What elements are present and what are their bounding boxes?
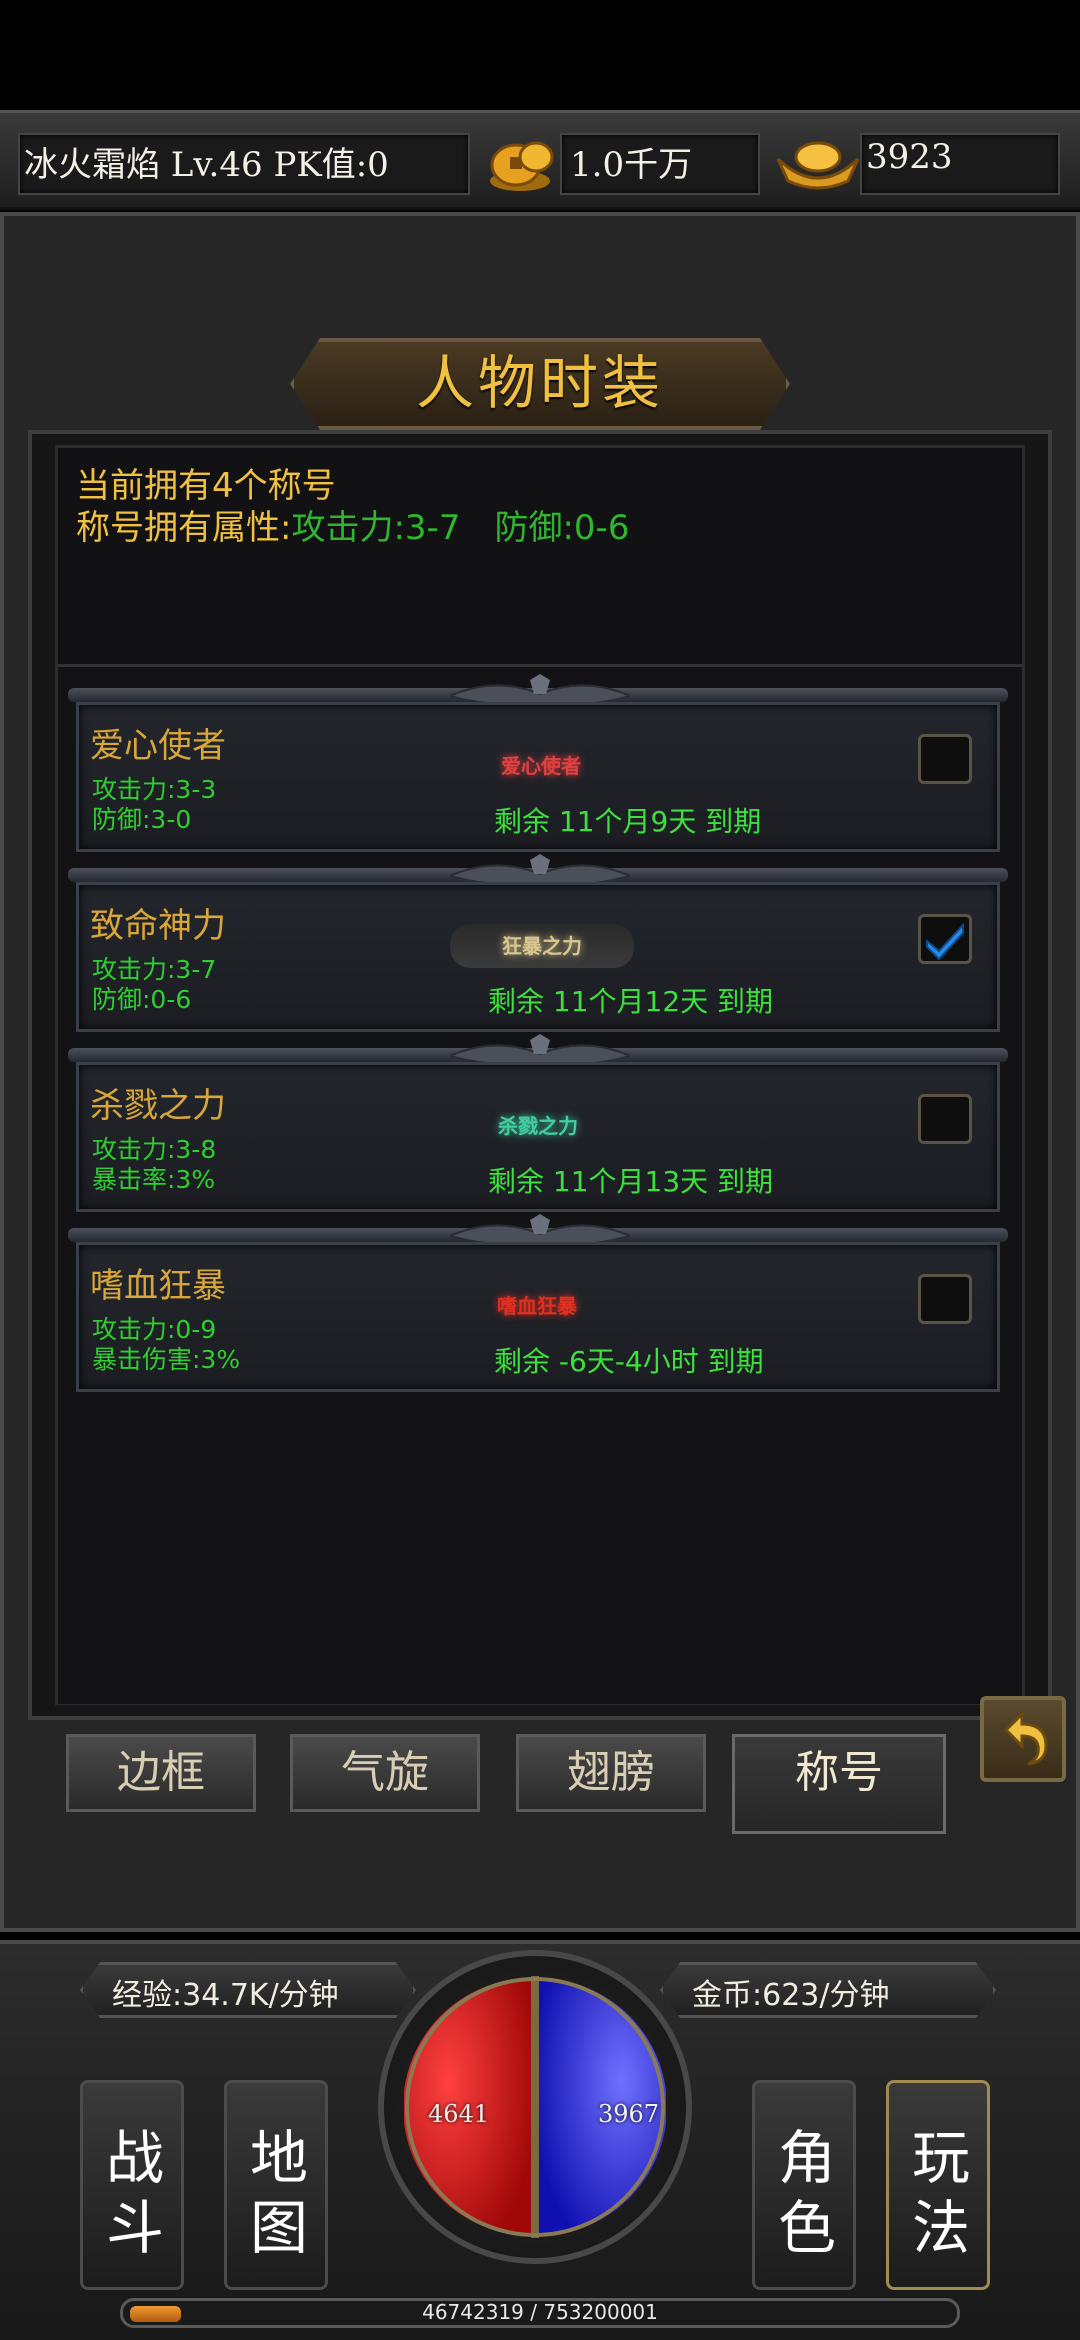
- attributes-line: 称号拥有属性:攻击力:3-7 防御:0-6: [76, 500, 629, 549]
- ingot-amount: 3923: [866, 137, 953, 177]
- title-equip-checkbox[interactable]: [918, 1094, 972, 1144]
- back-arrow-icon: [1003, 1710, 1048, 1766]
- exp-progress-text: 46742319 / 753200001: [422, 2300, 658, 2324]
- gameplay-label-1: 玩: [911, 2124, 970, 2192]
- exp-rate: 经验:34.7K/分钟: [112, 1978, 339, 2013]
- gold-rate: 金币:623/分钟: [692, 1978, 890, 2013]
- title-name: 爱心使者: [90, 726, 226, 766]
- panel-title: 人物时装: [415, 349, 664, 417]
- title-stat-2: 防御:3-0: [92, 805, 192, 834]
- title-equip-checkbox[interactable]: [918, 914, 972, 964]
- checkmark-icon: [926, 922, 964, 961]
- tab-wings[interactable]: 翅膀: [516, 1734, 706, 1812]
- back-button[interactable]: [980, 1696, 1066, 1782]
- title-expire: 剩余 11个月12天 到期: [488, 985, 774, 1018]
- title-badge: 狂暴之力: [450, 924, 634, 968]
- player-info: 冰火霜焰 Lv.46 PK值:0: [24, 145, 389, 185]
- gameplay-label-2: 法: [911, 2194, 970, 2262]
- title-equip-checkbox[interactable]: [918, 1274, 972, 1324]
- map-button[interactable]: 地 图: [224, 2080, 328, 2290]
- title-expire: 剩余 11个月13天 到期: [488, 1165, 774, 1198]
- hp-value: 4641: [428, 2100, 490, 2128]
- title-expire: 剩余 11个月9天 到期: [494, 805, 762, 838]
- battle-button[interactable]: 战 斗: [80, 2080, 184, 2290]
- title-name: 杀戮之力: [90, 1086, 226, 1126]
- title-equip-checkbox[interactable]: [918, 734, 972, 784]
- map-label-2: 图: [249, 2194, 308, 2262]
- title-stat-2: 防御:0-6: [92, 985, 192, 1014]
- title-badge: 爱心使者: [501, 754, 581, 778]
- character-button[interactable]: 角 色: [752, 2080, 856, 2290]
- map-label-1: 地: [249, 2124, 308, 2192]
- attributes-defense: 防御:0-6: [494, 508, 630, 548]
- title-name: 嗜血狂暴: [90, 1266, 226, 1306]
- title-name: 致命神力: [90, 906, 226, 946]
- gold-amount: 1.0千万: [570, 145, 693, 185]
- character-label-1: 角: [777, 2124, 836, 2192]
- title-stat-2: 暴击率:3%: [92, 1165, 216, 1194]
- character-label-2: 色: [777, 2194, 836, 2262]
- gameplay-button[interactable]: 玩 法: [886, 2080, 990, 2290]
- battle-label-1: 战: [105, 2124, 164, 2192]
- title-stat-2: 暴击伤害:3%: [92, 1345, 241, 1374]
- battle-label-2: 斗: [105, 2194, 164, 2262]
- top-status-bar: 冰火霜焰 Lv.46 PK值:0 1.0千万 3923: [0, 110, 1080, 210]
- title-badge: 嗜血狂暴: [497, 1294, 577, 1318]
- gold-coins-icon: [490, 141, 554, 191]
- tab-frame[interactable]: 边框: [66, 1734, 256, 1812]
- title-badge: 杀戮之力: [498, 1114, 578, 1138]
- mp-value: 3967: [598, 2100, 660, 2128]
- attributes-attack: 攻击力:3-7: [291, 508, 461, 548]
- tab-titles[interactable]: 称号: [732, 1734, 946, 1834]
- title-expire: 剩余 -6天-4小时 到期: [494, 1345, 764, 1378]
- attributes-label: 称号拥有属性:: [76, 508, 292, 548]
- gold-ingot-icon: [776, 141, 860, 190]
- tab-aura[interactable]: 气旋: [290, 1734, 480, 1812]
